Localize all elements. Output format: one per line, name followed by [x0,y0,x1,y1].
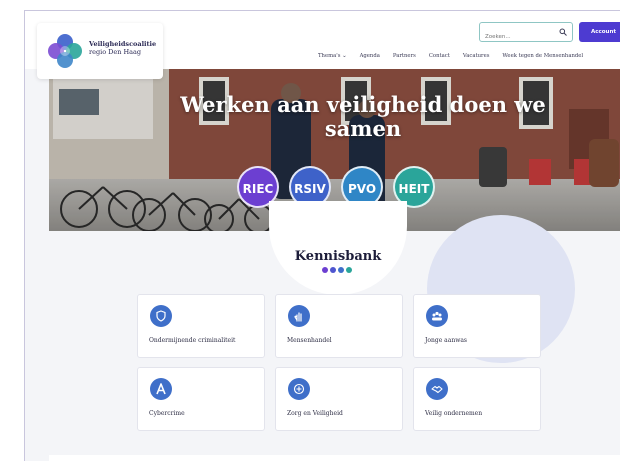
search-icon[interactable] [559,28,567,36]
card-label: Mensenhandel [287,337,332,344]
card-jonge-aanwas[interactable]: Jonge aanwas [413,294,541,358]
dot [346,267,352,273]
dot [338,267,344,273]
card-veilig-ondernemen[interactable]: Veilig ondernemen [413,367,541,431]
cyber-icon [150,378,172,400]
logo-mark-icon [48,34,82,68]
nav-item-agenda[interactable]: Agenda [360,53,380,59]
account-button[interactable]: Account [579,22,620,42]
main-nav: Thema's ⌄ Agenda Partners Contact Vacatu… [318,53,596,59]
shield-icon [150,305,172,327]
search-input[interactable] [480,28,554,46]
search-box [479,22,573,46]
kennisbank-dots [322,267,352,273]
card-label: Zorg en Veiligheid [287,410,343,417]
nav-item-vacatures[interactable]: Vacatures [463,53,490,59]
card-label: Veilig ondernemen [425,410,483,417]
nav-item-themas[interactable]: Thema's ⌄ [318,53,347,59]
logo-subtitle: regio Den Haag [89,48,142,56]
logo-title: Veiligheidscoalitie [89,40,157,48]
dot [322,267,328,273]
kennisbank-title: Kennisbank [294,249,382,264]
hero-title: Werken aan veiligheid doen we samen [180,92,546,141]
dot [330,267,336,273]
footer-strip [49,455,620,461]
card-ondermijnende-criminaliteit[interactable]: Ondermijnende criminaliteit [137,294,265,358]
kennisbank-title-backdrop [269,201,407,295]
card-zorg-en-veiligheid[interactable]: Zorg en Veiligheid [275,367,403,431]
browser-viewport: Veiligheidscoalitie regio Den Haag Accou… [24,10,620,461]
card-label: Cybercrime [149,410,185,417]
hand-icon [288,305,310,327]
card-label: Jonge aanwas [425,337,467,344]
site-header: Veiligheidscoalitie regio Den Haag Accou… [25,11,620,79]
logo-text: Veiligheidscoalitie regio Den Haag [89,40,156,56]
card-label: Ondermijnende criminaliteit [149,337,236,344]
nav-item-partners[interactable]: Partners [393,53,416,59]
handshake-icon [426,378,448,400]
card-cybercrime[interactable]: Cybercrime [137,367,265,431]
group-icon [426,305,448,327]
care-icon [288,378,310,400]
card-mensenhandel[interactable]: Mensenhandel [275,294,403,358]
logo[interactable]: Veiligheidscoalitie regio Den Haag [37,23,163,79]
nav-item-week-mensenhandel[interactable]: Week tegen de Mensenhandel [502,53,583,59]
nav-item-contact[interactable]: Contact [429,53,450,59]
